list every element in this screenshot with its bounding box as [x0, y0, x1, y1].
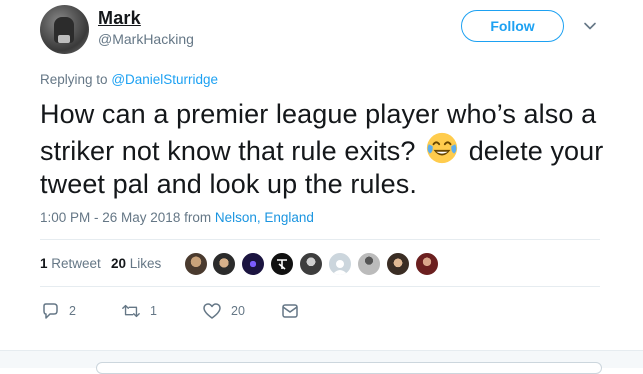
tweet-meta: 1:00 PM - 26 May 2018 from Nelson, Engla… [40, 210, 314, 225]
divider [40, 286, 600, 287]
reply-count: 2 [69, 304, 76, 318]
liker-avatar[interactable] [415, 252, 439, 276]
liker-avatar-default[interactable] [328, 252, 352, 276]
author-name[interactable]: Mark [98, 8, 141, 29]
liker-avatar[interactable] [212, 252, 236, 276]
liker-avatar[interactable] [241, 252, 265, 276]
likes-stat[interactable]: 20 Likes [111, 256, 161, 271]
retweet-count: 1 [150, 304, 157, 318]
author-avatar[interactable] [40, 5, 89, 54]
tweet-timestamp[interactable]: 1:00 PM - 26 May 2018 [40, 210, 180, 225]
like-action[interactable]: 20 [202, 302, 245, 320]
heart-icon [203, 303, 221, 319]
from-label: from [184, 210, 212, 225]
avatar-detail [58, 35, 70, 43]
reply-action[interactable]: 2 [40, 302, 76, 320]
reply-mention-link[interactable]: @DanielSturridge [111, 72, 218, 87]
liker-avatar[interactable] [299, 252, 323, 276]
tweet-text: How can a premier league player who’s al… [40, 98, 610, 201]
reply-icon [43, 303, 58, 319]
likes-label: Likes [129, 256, 162, 271]
retweets-count: 1 [40, 256, 48, 271]
liker-avatar[interactable] [270, 252, 294, 276]
face-with-tears-of-joy-icon [426, 132, 458, 164]
envelope-icon [282, 304, 298, 318]
direct-message-action[interactable] [280, 302, 300, 320]
chevron-down-icon[interactable] [583, 19, 597, 33]
liker-avatar[interactable] [184, 252, 208, 276]
author-handle[interactable]: @MarkHacking [98, 31, 194, 47]
likes-count: 20 [111, 256, 127, 271]
replying-to-label: Replying to [40, 72, 108, 87]
liker-avatar[interactable] [357, 252, 381, 276]
retweet-action[interactable]: 1 [121, 302, 157, 320]
reply-composer-input[interactable] [96, 362, 602, 374]
like-count: 20 [231, 304, 245, 318]
liker-avatar[interactable] [386, 252, 410, 276]
replying-to: Replying to @DanielSturridge [40, 72, 218, 87]
default-user-icon [332, 260, 348, 275]
retweets-label: Retweet [51, 256, 101, 271]
retweets-stat[interactable]: 1 Retweet [40, 256, 101, 271]
follow-button[interactable]: Follow [461, 10, 564, 42]
divider [40, 239, 600, 240]
tweet-location-link[interactable]: Nelson, England [215, 210, 314, 225]
liker-logo-icon [277, 259, 287, 270]
retweet-icon [122, 304, 140, 318]
